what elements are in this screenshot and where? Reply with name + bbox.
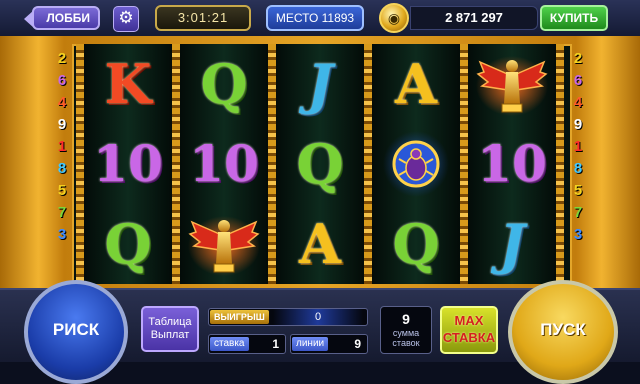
symbol-letter: Q bbox=[392, 212, 440, 276]
payline-number[interactable]: 2 bbox=[52, 48, 72, 70]
payline-number[interactable]: 9 bbox=[52, 114, 72, 136]
payline-number[interactable]: 1 bbox=[52, 136, 72, 158]
payline-number[interactable]: 7 bbox=[52, 202, 72, 224]
reel-divider bbox=[460, 44, 468, 284]
payline-number[interactable]: 1 bbox=[568, 136, 588, 158]
payline-number[interactable]: 6 bbox=[52, 70, 72, 92]
win-label: ВЫИГРЫШ bbox=[210, 310, 269, 324]
max-bet-button[interactable]: MAX СТАВКА bbox=[440, 306, 498, 354]
reel-symbol: J bbox=[276, 44, 364, 124]
reel-symbol: Q bbox=[372, 204, 460, 284]
winged-goddess-icon bbox=[476, 56, 548, 116]
reel-divider bbox=[556, 44, 564, 284]
reel-symbol: J bbox=[468, 204, 556, 284]
coin-icon: ◉ bbox=[379, 3, 409, 33]
reel-symbol: K bbox=[84, 44, 172, 124]
symbol-letter: 10 bbox=[93, 134, 163, 193]
reel: K 10 Q bbox=[84, 44, 172, 284]
paylines-right: 264918573 bbox=[568, 48, 588, 246]
payline-number[interactable]: 7 bbox=[568, 202, 588, 224]
payline-number[interactable]: 6 bbox=[568, 70, 588, 92]
reel-divider bbox=[268, 44, 276, 284]
paytable-label: Таблица Выплат bbox=[148, 316, 192, 341]
lobby-label: ЛОББИ bbox=[46, 11, 90, 25]
reel-symbol: Q bbox=[276, 124, 364, 204]
reel-symbol bbox=[372, 124, 460, 204]
payline-number[interactable]: 2 bbox=[568, 48, 588, 70]
bet-control[interactable]: ставка 1 bbox=[208, 334, 286, 354]
reel-symbol: 10 bbox=[468, 124, 556, 204]
payline-number[interactable]: 9 bbox=[568, 114, 588, 136]
reel-symbol: 10 bbox=[84, 124, 172, 204]
symbol-letter: 10 bbox=[189, 134, 259, 193]
win-display: ВЫИГРЫШ 0 bbox=[208, 308, 368, 326]
payline-number[interactable]: 4 bbox=[568, 92, 588, 114]
symbol-letter: Q bbox=[296, 132, 344, 196]
payline-number[interactable]: 5 bbox=[568, 180, 588, 202]
reel: JQA bbox=[276, 44, 364, 284]
winged-goddess-icon bbox=[188, 216, 260, 276]
reel-symbol: A bbox=[372, 44, 460, 124]
paylines-left: 264918573 bbox=[52, 48, 72, 246]
reel-divider bbox=[364, 44, 372, 284]
symbol-letter: J bbox=[307, 52, 333, 116]
symbol-letter: K bbox=[104, 52, 152, 116]
symbol-letter: A bbox=[395, 52, 437, 116]
lobby-button[interactable]: ЛОББИ bbox=[24, 6, 100, 30]
total-bet-value: 9 bbox=[402, 311, 410, 327]
reel: 10 J bbox=[468, 44, 556, 284]
balance-display: 2 871 297 bbox=[410, 6, 538, 30]
payline-number[interactable]: 5 bbox=[52, 180, 72, 202]
reel-symbol: A bbox=[276, 204, 364, 284]
lines-control[interactable]: линии 9 bbox=[290, 334, 368, 354]
scarab-icon bbox=[383, 131, 449, 197]
bet-label: ставка bbox=[210, 337, 249, 351]
symbol-letter: Q bbox=[200, 52, 248, 116]
reel-divider bbox=[172, 44, 180, 284]
total-bet-display: 9 сумма ставок bbox=[380, 306, 432, 354]
reel-symbol bbox=[468, 44, 556, 124]
win-value: 0 bbox=[273, 309, 363, 325]
reel-symbol: Q bbox=[84, 204, 172, 284]
session-timer: 3:01:21 bbox=[155, 5, 251, 31]
gear-icon[interactable]: ⚙ bbox=[113, 6, 139, 32]
reel-symbol: Q bbox=[180, 44, 268, 124]
symbol-letter: A bbox=[299, 212, 341, 276]
max-bet-line1: MAX bbox=[454, 313, 484, 328]
payline-number[interactable]: 3 bbox=[568, 224, 588, 246]
reel-divider bbox=[76, 44, 84, 284]
total-bet-label: сумма ставок bbox=[392, 328, 420, 348]
leaderboard-place[interactable]: МЕСТО 11893 bbox=[266, 5, 364, 31]
payline-number[interactable]: 8 bbox=[52, 158, 72, 180]
bet-value: 1 bbox=[272, 337, 279, 351]
reel: AQ bbox=[372, 44, 460, 284]
spin-button[interactable]: ПУСК bbox=[508, 280, 618, 384]
payline-number[interactable]: 4 bbox=[52, 92, 72, 114]
top-bar: ЛОББИ ⚙ 3:01:21 МЕСТО 11893 ◉ 2 871 297 … bbox=[0, 0, 640, 38]
risk-button[interactable]: РИСК bbox=[24, 280, 128, 384]
payline-number[interactable]: 8 bbox=[568, 158, 588, 180]
symbol-letter: 10 bbox=[477, 134, 547, 193]
buy-button[interactable]: КУПИТЬ bbox=[540, 5, 608, 31]
symbol-letter: Q bbox=[104, 212, 152, 276]
lines-value: 9 bbox=[354, 337, 361, 351]
paytable-button[interactable]: Таблица Выплат bbox=[141, 306, 199, 352]
lines-label: линии bbox=[292, 337, 329, 351]
reel-symbol bbox=[180, 204, 268, 284]
max-bet-line2: СТАВКА bbox=[442, 330, 496, 345]
symbol-letter: J bbox=[499, 212, 525, 276]
reel-symbol: 10 bbox=[180, 124, 268, 204]
payline-number[interactable]: 3 bbox=[52, 224, 72, 246]
reel: Q 10 bbox=[180, 44, 268, 284]
